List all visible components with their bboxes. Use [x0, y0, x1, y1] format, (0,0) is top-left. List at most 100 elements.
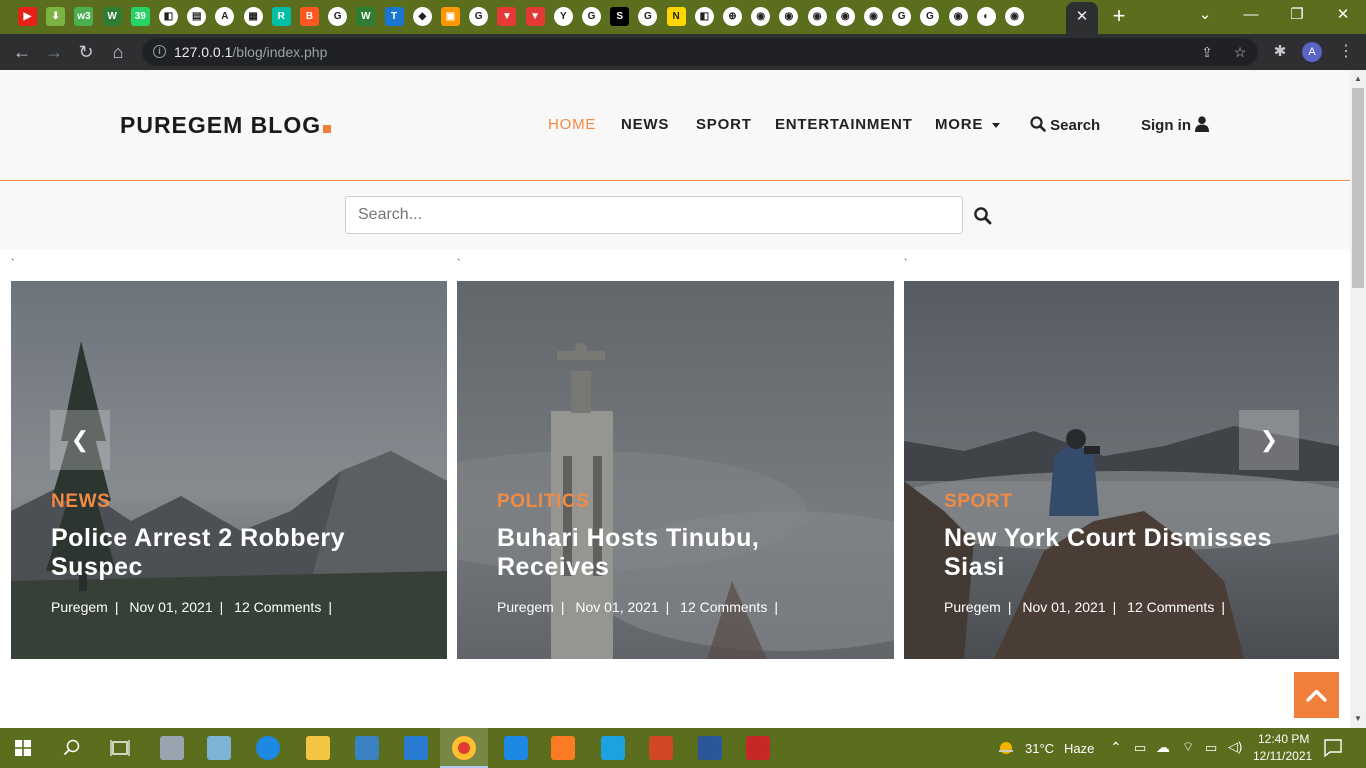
post-title[interactable]: New York Court Dismisses Siasi — [944, 524, 1324, 582]
w-icon-2[interactable]: W — [356, 7, 376, 26]
tray-chevron-up-icon[interactable]: ⌃ — [1110, 739, 1122, 756]
post-author[interactable]: Puregem — [51, 599, 108, 615]
weather-icon[interactable] — [996, 738, 1016, 758]
chrome-icon[interactable] — [452, 736, 476, 760]
featured-post-card[interactable]: SPORT New York Court Dismisses Siasi Pur… — [904, 281, 1339, 659]
restore-button[interactable]: ❐ — [1285, 5, 1309, 25]
notepad-icon[interactable] — [207, 736, 231, 760]
new-tab-button[interactable]: + — [1109, 5, 1129, 27]
web-icon-7[interactable]: ◉ — [1005, 7, 1024, 26]
blogger-icon[interactable]: B — [300, 7, 319, 26]
file-explorer-icon[interactable] — [306, 736, 330, 760]
close-tab-icon[interactable]: ✕ — [1073, 7, 1091, 25]
nav-signin[interactable]: Sign in — [1141, 116, 1210, 134]
clock-time[interactable]: 12:40 PM — [1258, 732, 1309, 746]
scroll-down-arrow-icon[interactable]: ▼ — [1353, 714, 1363, 724]
s-icon[interactable]: S — [610, 7, 630, 26]
web-icon-3[interactable]: ◉ — [807, 7, 827, 26]
remote-desktop-icon[interactable] — [601, 736, 625, 760]
page-scrollbar[interactable]: ▲ ▼ — [1350, 70, 1366, 728]
weather-desc[interactable]: Haze — [1064, 741, 1094, 756]
vscode-icon[interactable] — [404, 736, 428, 760]
whatsapp-icon[interactable]: 39 — [130, 7, 150, 26]
post-author[interactable]: Puregem — [944, 599, 1001, 615]
post-title[interactable]: Police Arrest 2 Robbery Suspec — [51, 524, 431, 582]
post-category[interactable]: NEWS — [51, 491, 110, 513]
site-icon[interactable]: ◧ — [159, 7, 178, 26]
t-icon[interactable]: T — [384, 7, 404, 26]
featured-post-card[interactable]: NEWS Police Arrest 2 Robbery Suspec Pure… — [11, 281, 447, 659]
meet-now-icon[interactable]: ▭ — [1134, 740, 1146, 756]
close-window-button[interactable]: ✕ — [1331, 5, 1355, 25]
web-icon-5[interactable]: ◉ — [864, 7, 883, 26]
w3-icon[interactable]: w3 — [74, 7, 94, 26]
post-author[interactable]: Puregem — [497, 599, 554, 615]
clock-date[interactable]: 12/11/2021 — [1253, 749, 1312, 763]
nav-news[interactable]: NEWS — [621, 116, 669, 133]
word-icon[interactable] — [698, 736, 722, 760]
y-icon[interactable]: Y — [553, 7, 573, 26]
address-bar[interactable]: i 127.0.0.1/blog/index.php ⇪ ☆ — [142, 38, 1258, 66]
onedrive-icon[interactable]: ☁ — [1156, 739, 1170, 756]
powerpoint-icon[interactable] — [649, 736, 673, 760]
volume-icon[interactable]: ◁) — [1228, 739, 1242, 755]
r-icon[interactable]: R — [271, 7, 291, 26]
post-category[interactable]: SPORT — [944, 491, 1012, 513]
w-icon[interactable]: W — [102, 7, 122, 26]
search-input[interactable] — [345, 196, 963, 234]
web-icon-6[interactable]: ◉ — [948, 7, 968, 26]
google-icon-4[interactable]: G — [638, 7, 658, 26]
post-category[interactable]: POLITICS — [497, 491, 589, 513]
site-logo[interactable]: PUREGEM BLOG — [120, 112, 332, 139]
pdf-reader-icon[interactable] — [746, 736, 770, 760]
post-comments[interactable]: 12 Comments — [234, 599, 321, 615]
google-icon-3[interactable]: G — [582, 7, 601, 26]
v-icon[interactable]: ▼ — [497, 7, 517, 26]
news-icon[interactable]: ▦ — [243, 7, 263, 26]
doc-icon[interactable]: ▤ — [187, 7, 207, 26]
carousel-prev-button[interactable]: ❮ — [50, 410, 110, 470]
google-icon-6[interactable]: G — [920, 7, 940, 26]
scrollbar-thumb[interactable] — [1352, 88, 1364, 288]
windows-update-icon[interactable] — [355, 736, 379, 760]
weather-temp[interactable]: 31°C — [1025, 741, 1054, 756]
post-title[interactable]: Buhari Hosts Tinubu, Receives — [497, 524, 877, 582]
taskbar-search-icon[interactable] — [63, 739, 81, 757]
notifications-icon[interactable] — [1324, 739, 1342, 757]
minimize-button[interactable]: — — [1239, 5, 1263, 25]
scroll-up-arrow-icon[interactable]: ▲ — [1353, 74, 1363, 84]
web-icon[interactable]: ◉ — [751, 7, 771, 26]
forward-icon[interactable]: → — [43, 41, 65, 63]
browser-menu-icon[interactable]: ⋮ — [1338, 42, 1354, 62]
nav-entertainment[interactable]: ENTERTAINMENT — [775, 116, 913, 133]
nav-sport[interactable]: SPORT — [696, 116, 752, 133]
phone-icon[interactable] — [504, 736, 528, 760]
globe-icon[interactable]: ⊕ — [723, 7, 742, 26]
xampp-icon[interactable] — [551, 736, 575, 760]
windows-start-icon[interactable] — [15, 740, 31, 756]
extensions-icon[interactable]: ✱ — [1270, 42, 1290, 62]
web-icon-4[interactable]: ◉ — [835, 7, 855, 26]
youtube-icon[interactable]: ▶ — [18, 7, 37, 26]
share-icon[interactable]: ⇪ — [1198, 43, 1216, 61]
post-comments[interactable]: 12 Comments — [1127, 599, 1214, 615]
nav-search[interactable]: Search — [1030, 116, 1100, 134]
site-icon-2[interactable]: ◧ — [694, 7, 714, 26]
profile-avatar[interactable]: A — [1302, 42, 1322, 62]
github-icon[interactable]: ◐ — [976, 7, 996, 26]
bookmark-star-icon[interactable]: ☆ — [1231, 43, 1249, 61]
home-icon[interactable]: ⌂ — [107, 41, 129, 63]
google-icon-2[interactable]: G — [469, 7, 489, 26]
battery-icon[interactable]: ▭ — [1205, 740, 1217, 756]
site-info-icon[interactable]: i — [153, 45, 166, 58]
a-icon[interactable]: A — [215, 7, 235, 26]
featured-post-card[interactable]: POLITICS Buhari Hosts Tinubu, Receives P… — [457, 281, 894, 659]
web-icon-2[interactable]: ◉ — [779, 7, 799, 26]
wifi-icon[interactable]: ⌔ — [1182, 739, 1194, 755]
v-icon-2[interactable]: ▼ — [525, 7, 545, 26]
back-to-top-button[interactable] — [1294, 672, 1339, 718]
google-icon-5[interactable]: G — [892, 7, 912, 26]
nav-more-dropdown[interactable]: MORE — [935, 116, 1000, 133]
download-icon[interactable]: ⬇ — [46, 7, 66, 26]
orange-icon[interactable]: ▣ — [441, 7, 460, 26]
